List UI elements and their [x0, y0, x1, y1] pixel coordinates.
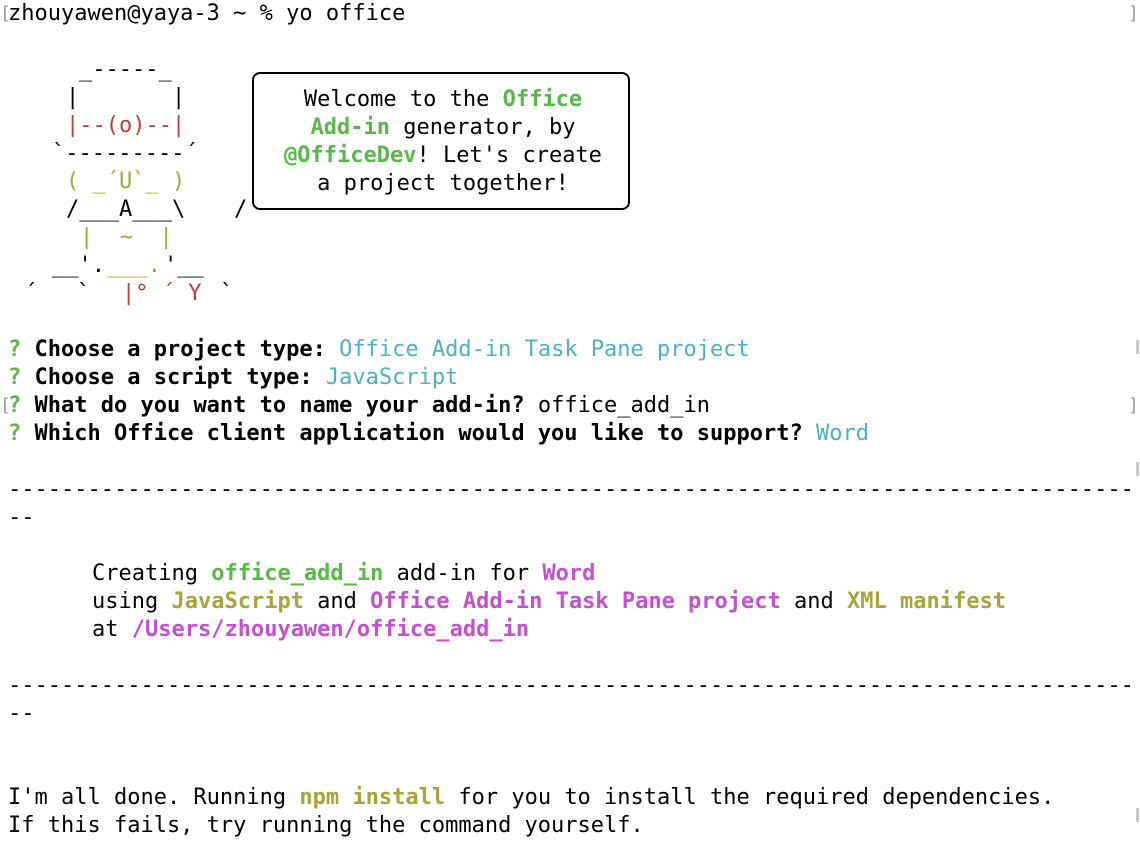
yeoman-feet-mid: |° ´ Y — [122, 281, 202, 306]
summary-host-app: Word — [542, 561, 596, 586]
prompt-cwd: ~ — [233, 1, 247, 26]
yeoman-face: ( _´U`_ ) — [66, 169, 186, 194]
scroll-edge-mark — [1136, 340, 1139, 354]
prompt-user-host: zhouyawen@yaya-3 — [8, 1, 220, 26]
line-bracket-mark: ] — [1128, 3, 1139, 24]
summary-line-creating: Creating office_add_in add-in for Word — [92, 560, 595, 588]
question-mark-icon: ? — [8, 337, 22, 362]
welcome-office-accent: Office — [502, 87, 583, 112]
yeoman-belt-mid: ___. — [108, 253, 161, 278]
done-text: for you to install the required dependen… — [445, 785, 1055, 810]
speech-tail: / — [234, 197, 248, 222]
done-message-line-2: If this fails, try running the command y… — [8, 813, 644, 838]
welcome-line-2: Add-in generator, by — [254, 114, 632, 142]
summary-line-using: using JavaScript and Office Add-in Task … — [92, 588, 1006, 616]
question-mark-icon: ? — [8, 365, 22, 390]
welcome-line-1: Welcome to the Office — [254, 86, 632, 114]
welcome-addin-accent: Add-in — [310, 115, 391, 140]
welcome-text: Welcome to the — [303, 87, 503, 112]
line-bracket-mark: ] — [1128, 395, 1139, 416]
separator-wrap: -- — [8, 505, 35, 530]
question-line-script-type: ? Choose a script type: JavaScript — [8, 364, 458, 392]
command-text: yo office — [286, 1, 406, 26]
done-message-line-1: I'm all done. Running npm install for yo… — [8, 784, 1054, 812]
summary-project-type: Office Add-in Task Pane project — [370, 589, 781, 614]
scroll-edge-mark — [1136, 462, 1139, 476]
yeoman-hat-side: | | — [66, 85, 186, 110]
summary-addin-name: office_add_in — [211, 561, 384, 586]
separator-line: ----------------------------------------… — [8, 673, 1132, 698]
question-text: What do you want to name your add-in? — [34, 393, 525, 418]
summary-text: and — [303, 589, 371, 614]
question-text: Choose a project type: — [34, 337, 326, 362]
welcome-line-4: a project together! — [317, 171, 569, 196]
yeoman-feet-right: ` — [220, 281, 234, 306]
yeoman-eyes: |--(o)--| — [66, 113, 186, 138]
summary-script-type: JavaScript — [171, 589, 304, 614]
done-text: I'm all done. Running — [8, 785, 300, 810]
yeoman-belt-left: __'. — [52, 253, 105, 278]
welcome-speech-bubble: Welcome to the Office Add-in generator, … — [252, 72, 630, 210]
summary-text: and — [780, 589, 848, 614]
yeoman-chin: /___A___\ — [66, 197, 186, 222]
welcome-officedev-accent: @OfficeDev — [284, 143, 417, 168]
answer-text: Word — [815, 421, 869, 446]
question-line-addin-name: ? What do you want to name your add-in? … — [8, 392, 710, 420]
question-line-project-type: ? Choose a project type: Office Add-in T… — [8, 336, 750, 364]
answer-text: JavaScript — [325, 365, 459, 390]
question-text: Choose a script type: — [34, 365, 313, 390]
welcome-text: ! Let's create — [416, 143, 602, 168]
yeoman-hat-top: _-----_ — [79, 57, 172, 82]
summary-path: /Users/zhouyawen/office_add_in — [131, 617, 530, 642]
summary-line-path: at /Users/zhouyawen/office_add_in — [92, 616, 529, 644]
yeoman-body: | ~ | — [80, 225, 173, 250]
yeoman-hat-brim: `---------´ — [52, 141, 198, 166]
question-mark-icon: ? — [8, 421, 22, 446]
yeoman-feet-left: ´ ` — [24, 281, 91, 306]
answer-text: Office Add-in Task Pane project — [339, 337, 750, 362]
welcome-text: generator, by — [390, 115, 576, 140]
command-prompt-line: zhouyawen@yaya-3 ~ % yo office — [8, 0, 405, 28]
prompt-symbol: % — [259, 1, 273, 26]
answer-text: office_add_in — [537, 393, 711, 418]
npm-install-command: npm install — [299, 785, 446, 810]
question-text: Which Office client application would yo… — [34, 421, 803, 446]
summary-text: add-in for — [383, 561, 543, 586]
summary-text: at — [92, 617, 132, 642]
summary-text: Creating — [92, 561, 212, 586]
summary-text: using — [92, 589, 172, 614]
summary-manifest-type: XML manifest — [847, 589, 1006, 614]
separator-wrap: -- — [8, 701, 35, 726]
question-mark-icon: ? — [8, 393, 22, 418]
terminal-window[interactable]: [ ] [ ] zhouyawen@yaya-3 ~ % yo office _… — [0, 0, 1140, 856]
separator-line: ----------------------------------------… — [8, 477, 1132, 502]
question-line-client-app: ? Which Office client application would … — [8, 420, 869, 448]
scroll-edge-mark — [1136, 808, 1139, 822]
yeoman-belt-right: '__ — [164, 253, 204, 278]
welcome-line-3: @OfficeDev! Let's create — [254, 142, 632, 170]
